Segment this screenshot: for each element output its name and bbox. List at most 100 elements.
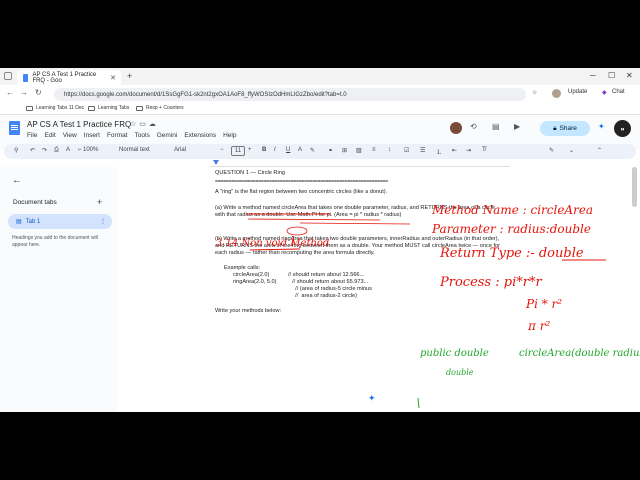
meet-icon[interactable]: ▶: [514, 122, 520, 131]
italic-icon[interactable]: I: [274, 147, 276, 153]
maximize-icon[interactable]: ☐: [608, 71, 615, 80]
highlight-icon[interactable]: ✎: [310, 147, 315, 154]
history-icon[interactable]: ⟲: [470, 122, 477, 131]
text-color-icon[interactable]: A: [298, 147, 302, 153]
example-line: ringArea(2.0, 5.0) // should return abou…: [233, 279, 369, 285]
update-button[interactable]: Update: [568, 89, 587, 95]
move-folder-icon[interactable]: ▭: [139, 121, 149, 128]
increase-font-icon[interactable]: +: [248, 147, 252, 153]
folder-icon: [88, 105, 95, 111]
sidebar-item-tab-1[interactable]: ▤ Tab 1 ⋮: [8, 214, 112, 229]
add-tab-icon[interactable]: +: [97, 197, 102, 207]
menu-view[interactable]: View: [63, 132, 77, 139]
folder-icon: [26, 105, 33, 111]
comments-icon[interactable]: ▤: [492, 122, 500, 131]
folder-icon: [136, 105, 143, 111]
clear-format-icon[interactable]: T̸: [482, 147, 486, 153]
edit-mode-icon[interactable]: ✎: [549, 147, 554, 154]
menu-insert[interactable]: Insert: [84, 132, 100, 139]
example-block: Example calls: circleArea(2.0) // should…: [215, 265, 505, 300]
image-icon[interactable]: ▧: [356, 147, 362, 154]
tab-search-icon[interactable]: [4, 72, 12, 80]
browser-tab-title: AP CS A Test 1 Practice FRQ - Goo: [32, 71, 97, 84]
menu-extensions[interactable]: Extensions: [184, 132, 216, 139]
numbered-list-icon[interactable]: ⒈: [436, 147, 442, 156]
paint-format-icon[interactable]: ⌐: [78, 147, 82, 153]
hide-menus-icon[interactable]: ⌃: [597, 147, 602, 154]
sidebar-help-text: Headings you add to the document will ap…: [12, 235, 98, 248]
profile-avatar[interactable]: [552, 89, 561, 100]
document-tab-icon: ▤: [16, 219, 22, 225]
close-icon[interactable]: ✕: [110, 74, 116, 82]
zoom-select[interactable]: 100%: [83, 147, 98, 153]
comment-icon[interactable]: ⊞: [342, 147, 347, 154]
reload-icon[interactable]: ↻: [35, 88, 42, 97]
scrollbar[interactable]: [632, 167, 637, 207]
new-tab-icon[interactable]: +: [127, 71, 132, 81]
align-icon[interactable]: ≡: [372, 147, 376, 153]
mode-chevron-icon[interactable]: ⌄: [569, 147, 574, 154]
menu-file[interactable]: File: [27, 132, 37, 139]
navigation-bar: ← → ↻ https://docs.google.com/document/d…: [0, 85, 640, 103]
line-spacing-icon[interactable]: ↕: [388, 147, 391, 153]
account-avatar[interactable]: ▮▮: [614, 120, 631, 137]
menu-bar: File Edit View Insert Format Tools Gemin…: [27, 132, 236, 139]
underline-icon[interactable]: U: [286, 147, 290, 153]
minimize-icon[interactable]: ─: [590, 71, 596, 80]
font-size-input[interactable]: 11: [231, 146, 245, 156]
bookmarks-bar: Learning Tabs 11 Dec Learning Tabs Resp …: [0, 103, 640, 115]
docs-logo-icon[interactable]: [9, 121, 20, 135]
more-options-icon[interactable]: ⋮: [100, 218, 106, 225]
document-content[interactable]: QUESTION 1 — Circle Ring ===============…: [215, 170, 505, 320]
star-icon[interactable]: ☆: [130, 121, 139, 128]
forward-arrow-icon[interactable]: →: [20, 88, 28, 97]
link-icon[interactable]: ⚭: [328, 147, 333, 154]
indent-decrease-icon[interactable]: ⇤: [452, 147, 457, 154]
menu-gemini[interactable]: Gemini: [157, 132, 178, 139]
sidebar-title: Document tabs: [13, 199, 57, 206]
indent-increase-icon[interactable]: ⇥: [466, 147, 471, 154]
bullet-list-icon[interactable]: ☰: [420, 147, 425, 154]
explore-icon[interactable]: ✦: [368, 393, 376, 404]
bookmark-item[interactable]: Learning Tabs: [88, 105, 129, 111]
example-label: Example calls:: [224, 265, 261, 271]
share-button[interactable]: 🔒︎ Share: [540, 121, 590, 136]
checklist-icon[interactable]: ☑: [404, 147, 409, 154]
back-arrow-icon[interactable]: ←: [12, 175, 22, 186]
divider-line: ========================================…: [215, 179, 388, 185]
style-select[interactable]: Normal text: [119, 147, 150, 153]
window-close-icon[interactable]: ✕: [626, 71, 633, 80]
search-menus-icon[interactable]: ⚲: [14, 147, 18, 154]
document-page[interactable]: QUESTION 1 — Circle Ring ===============…: [128, 167, 640, 412]
title-icons: ☆▭☁: [130, 120, 159, 128]
undo-icon[interactable]: ↶: [30, 147, 35, 154]
docs-favicon-icon: [23, 73, 29, 82]
part-a-text: (a) Write a method named circleArea that…: [215, 205, 496, 218]
menu-help[interactable]: Help: [223, 132, 236, 139]
gemini-icon[interactable]: ✦: [598, 122, 605, 131]
bookmark-star-icon[interactable]: ☆: [532, 89, 537, 96]
collaborator-avatar[interactable]: [450, 122, 462, 134]
browser-tab[interactable]: AP CS A Test 1 Practice FRQ - Goo ✕: [17, 70, 121, 85]
decrease-font-icon[interactable]: −: [220, 147, 224, 153]
menu-edit[interactable]: Edit: [44, 132, 55, 139]
document-title[interactable]: AP CS A Test 1 Practice FRQ: [27, 120, 131, 129]
bookmark-item[interactable]: Resp + Counters: [136, 105, 184, 111]
cloud-icon[interactable]: ☁: [149, 121, 159, 128]
menu-tools[interactable]: Tools: [135, 132, 150, 139]
bold-icon[interactable]: B: [262, 147, 266, 153]
print-icon[interactable]: ⎙: [54, 147, 59, 154]
example-line: circleArea(2.0) // should return about 1…: [233, 272, 365, 278]
font-select[interactable]: Arial: [174, 147, 186, 153]
redo-icon[interactable]: ↷: [42, 147, 47, 154]
bookmark-item[interactable]: Learning Tabs 11 Dec: [26, 105, 84, 111]
browser-tab-strip: AP CS A Test 1 Practice FRQ - Goo ✕ + ─ …: [0, 68, 640, 85]
indent-marker[interactable]: [213, 160, 219, 165]
back-arrow-icon[interactable]: ←: [6, 88, 14, 97]
copilot-icon[interactable]: ◆: [602, 89, 607, 96]
document-outline-sidebar: ← Document tabs + ▤ Tab 1 ⋮ Headings you…: [0, 167, 118, 412]
address-bar[interactable]: https://docs.google.com/document/d/1SsGg…: [54, 88, 526, 101]
menu-format[interactable]: Format: [107, 132, 128, 139]
spellcheck-icon[interactable]: A: [66, 147, 70, 153]
chat-button[interactable]: Chat: [612, 89, 625, 95]
